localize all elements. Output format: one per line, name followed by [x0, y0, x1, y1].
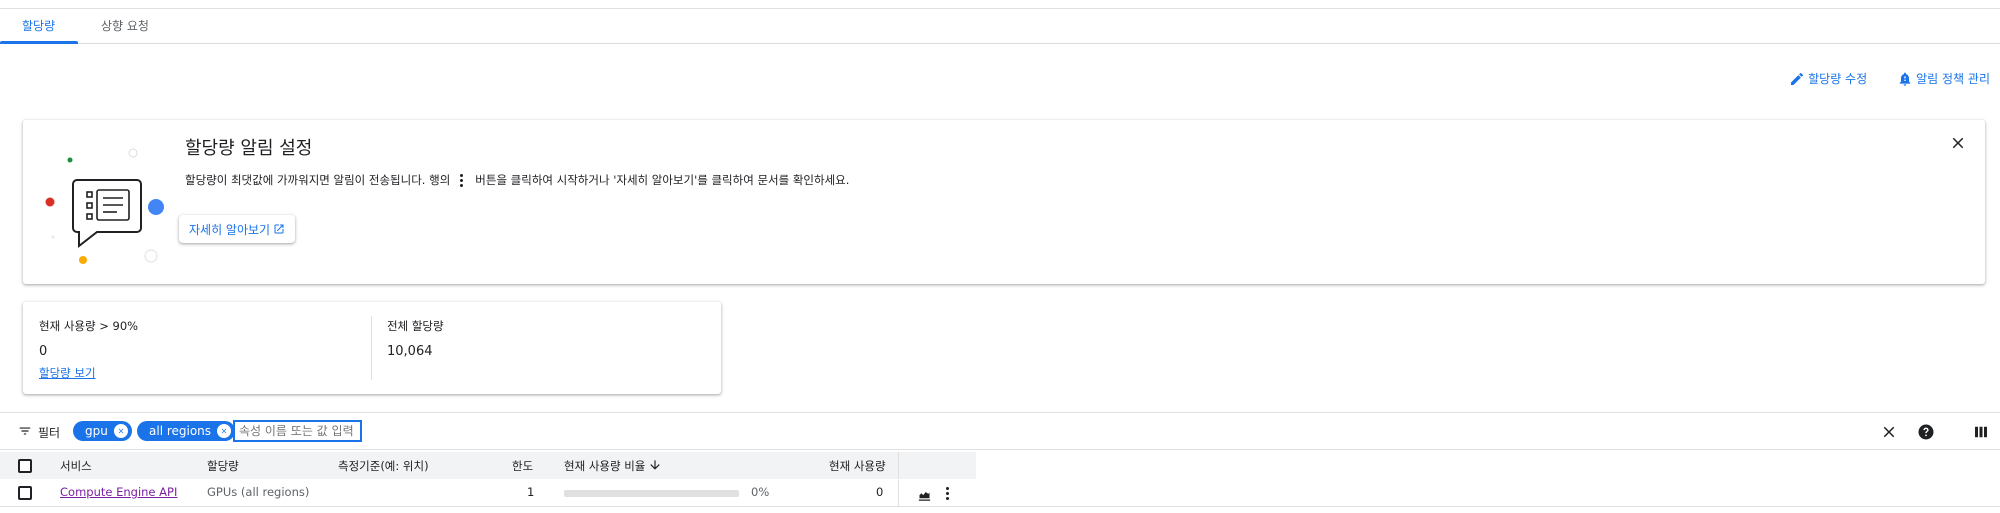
filter-bar: 필터 gpu all regions: [0, 412, 2000, 450]
monitoring-chart-icon[interactable]: [917, 487, 932, 502]
quota-alert-card: 할당량 알림 설정 할당량이 최댓값에 가까워지면 알림이 전송됩니다. 행의 …: [23, 120, 1985, 284]
usage-over-threshold-stat: 현재 사용량 > 90% 0 할당량 보기: [39, 318, 138, 381]
limit-value: 1: [527, 485, 535, 499]
column-header-usage-ratio[interactable]: 현재 사용량 비율: [564, 458, 645, 474]
filter-chip-label: all regions: [149, 424, 212, 438]
filter-label: 필터: [38, 426, 61, 440]
usage-over-label: 현재 사용량 > 90%: [39, 319, 139, 333]
chat-list-illustration: [45, 148, 164, 264]
total-quota-label: 전체 할당량: [387, 319, 444, 333]
alert-card-title: 할당량 알림 설정: [185, 138, 313, 159]
table-row: Compute Engine API GPUs (all regions) 1 …: [0, 480, 2000, 507]
column-header-service[interactable]: 서비스: [60, 458, 92, 474]
top-divider: [0, 8, 2000, 9]
usage-progress-bar: [564, 490, 739, 497]
filter-chip-gpu[interactable]: gpu: [73, 421, 132, 441]
column-header-limit[interactable]: 한도: [512, 458, 533, 474]
chip-remove-icon[interactable]: [217, 424, 232, 438]
filter-input[interactable]: [233, 420, 362, 442]
help-icon[interactable]: [1917, 423, 1935, 441]
service-link[interactable]: Compute Engine API: [60, 485, 177, 499]
total-quota-stat: 전체 할당량 10,064: [387, 318, 444, 359]
alert-card-description: 할당량이 최댓값에 가까워지면 알림이 전송됩니다. 행의 버튼을 클릭하여 시…: [185, 172, 849, 188]
quota-stats-card: 현재 사용량 > 90% 0 할당량 보기 전체 할당량 10,064: [23, 302, 721, 394]
row-actions-divider: [898, 480, 899, 507]
column-header-quota[interactable]: 할당량: [207, 458, 239, 474]
bell-alert-icon: [1899, 72, 1911, 86]
more-vert-icon: [460, 173, 464, 187]
stats-divider: [371, 316, 372, 380]
open-in-new-icon: [274, 224, 284, 234]
quota-name: GPUs (all regions): [207, 485, 310, 499]
filter-chip-all-regions[interactable]: all regions: [137, 421, 236, 441]
current-usage-value: 0: [876, 485, 884, 499]
edit-quota-label: 할당량 수정: [1808, 72, 1868, 86]
table-header: 서비스 할당량 측정기준(예: 위치) 한도 현재 사용량 비율 현재 사용량: [0, 452, 2000, 479]
active-tab-indicator: [0, 41, 78, 44]
alert-desc-part-2: 버튼을 클릭하여 시작하거나 '자세히 알아보기'를 클릭하여 문서를 확인하세…: [475, 173, 850, 187]
row-more-actions-icon[interactable]: [946, 487, 949, 500]
page-actions: 할당량 수정 알림 정책 관리: [1789, 70, 1990, 87]
filter-list-icon[interactable]: [18, 424, 32, 438]
total-quota-value: 10,064: [387, 344, 433, 359]
learn-more-label: 자세히 알아보기: [189, 222, 271, 237]
header-background: [0, 452, 898, 479]
select-all-checkbox[interactable]: [18, 459, 32, 473]
clear-filter-icon[interactable]: [1880, 423, 1898, 441]
close-icon[interactable]: [1949, 134, 1967, 152]
usage-percent: 0%: [751, 485, 770, 499]
usage-over-value: 0: [39, 344, 48, 359]
column-header-dimension[interactable]: 측정기준(예: 위치): [338, 458, 429, 474]
pencil-icon: [1791, 72, 1804, 85]
chip-remove-icon[interactable]: [113, 424, 128, 438]
column-header-current-usage[interactable]: 현재 사용량: [829, 458, 886, 474]
view-quota-link[interactable]: 할당량 보기: [39, 365, 138, 381]
manage-alert-policy-button[interactable]: 알림 정책 관리: [1897, 70, 1990, 87]
arrow-downward-icon[interactable]: [648, 458, 662, 472]
tab-increase-requests[interactable]: 상향 요청: [101, 17, 149, 34]
header-actions-background: [898, 452, 976, 479]
column-display-icon[interactable]: [1972, 423, 1990, 441]
learn-more-button[interactable]: 자세히 알아보기: [179, 215, 296, 243]
manage-alert-policy-label: 알림 정책 관리: [1916, 72, 1990, 86]
filter-chip-label: gpu: [85, 424, 108, 438]
row-checkbox[interactable]: [18, 486, 32, 500]
edit-quota-button[interactable]: 할당량 수정: [1789, 70, 1867, 87]
tab-bar: 할당량 상향 요청: [0, 14, 2000, 44]
tab-quotas[interactable]: 할당량: [22, 17, 55, 34]
alert-desc-part-1: 할당량이 최댓값에 가까워지면 알림이 전송됩니다. 행의: [185, 173, 451, 187]
